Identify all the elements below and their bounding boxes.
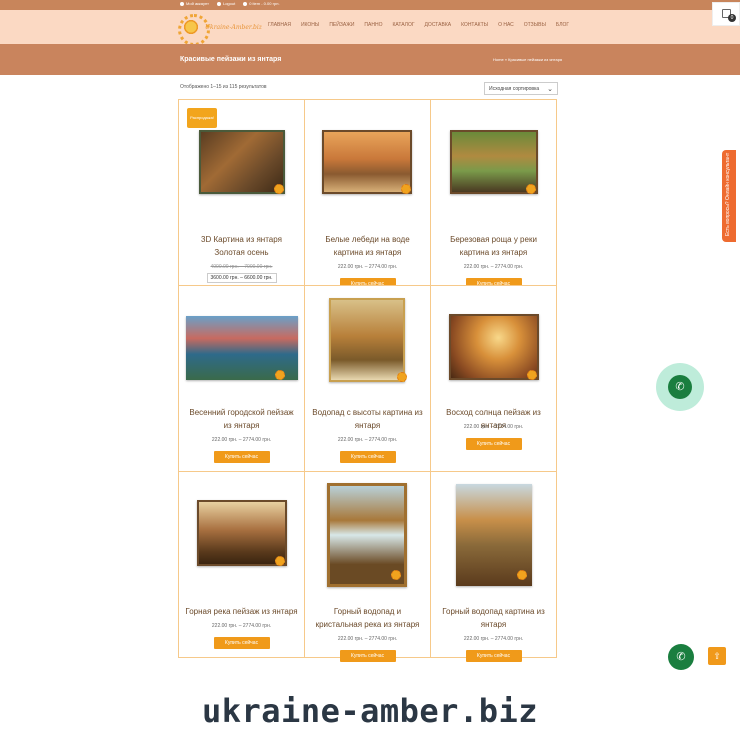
logout-link[interactable]: Logout (216, 1, 235, 6)
nav-item-blog[interactable]: БЛОГ (556, 22, 569, 28)
product-image (449, 314, 539, 380)
amber-sun-icon (526, 184, 536, 194)
product-image-link[interactable] (431, 472, 556, 597)
product-title[interactable]: 3D Картина из янтаря Золотая осень (185, 233, 298, 259)
product-grid: Распродажа! 3D Картина из янтаря Золотая… (178, 99, 558, 662)
nav-item-landscapes[interactable]: ПЕЙЗАЖИ (329, 22, 354, 28)
product-image (329, 298, 405, 382)
product-card[interactable]: Березовая роща у реки картина из янтаря … (430, 99, 557, 290)
product-card[interactable]: Распродажа! 3D Картина из янтаря Золотая… (178, 99, 305, 300)
product-price: 222.00 грн. – 2774.00 грн. (211, 623, 272, 629)
cart-button[interactable]: 0 (712, 2, 740, 26)
product-title[interactable]: Горный водопад и кристальная река из янт… (311, 605, 424, 631)
mini-cart-link[interactable]: 0 item - 0.00 грн. (243, 1, 280, 6)
user-icon (180, 1, 184, 6)
product-title[interactable]: Березовая роща у реки картина из янтаря (437, 233, 550, 259)
phone-call-button-secondary[interactable]: ✆ (668, 644, 694, 670)
product-title[interactable]: Горный водопад картина из янтаря (437, 605, 550, 631)
amber-sun-icon (391, 570, 401, 580)
product-image-link[interactable] (179, 472, 304, 597)
sun-logo-icon (178, 14, 210, 46)
product-card[interactable]: Белые лебеди на воде картина из янтаря 2… (304, 99, 431, 290)
main-nav: ГЛАВНАЯ ИКОНЫ ПЕЙЗАЖИ ПАННО КАТАЛОГ ДОСТ… (268, 22, 569, 28)
amber-sun-icon (275, 556, 285, 566)
buy-now-button[interactable]: Купить сейчас (213, 637, 270, 649)
nav-item-reviews[interactable]: ОТЗЫВЫ (524, 22, 546, 28)
product-price: 222.00 грн. – 2774.00 грн. (337, 264, 398, 270)
site-logo[interactable]: Ukraine-Amber.biz (178, 14, 262, 46)
product-title[interactable]: Весенний городской пейзаж из янтаря (185, 406, 298, 432)
nav-item-panels[interactable]: ПАННО (364, 22, 382, 28)
product-image (322, 130, 412, 194)
product-image-link[interactable] (431, 286, 556, 411)
product-image-link[interactable] (179, 286, 304, 411)
cart-icon (243, 1, 248, 6)
product-card[interactable]: Горный водопад картина из янтаря 222.00 … (430, 471, 557, 662)
cart-count-badge: 0 (728, 14, 736, 22)
product-price: 222.00 грн. – 2774.00 грн. (211, 437, 272, 443)
product-image (197, 500, 287, 566)
buy-now-button[interactable]: Купить сейчас (339, 451, 396, 463)
buy-now-button[interactable]: Купить сейчас (339, 650, 396, 662)
product-image-link[interactable] (305, 100, 430, 225)
product-price: 222.00 грн. – 2774.00 грн. (463, 636, 524, 642)
product-price: 222.00 грн. – 2774.00 грн. (337, 437, 398, 443)
site-domain-watermark: ukraine-amber.biz (201, 692, 538, 730)
amber-sun-icon (401, 184, 411, 194)
phone-icon: ✆ (675, 381, 685, 393)
buy-now-button[interactable]: Купить сейчас (213, 451, 270, 463)
nav-item-about[interactable]: О НАС (498, 22, 514, 28)
product-card[interactable]: Горная река пейзаж из янтаря 222.00 грн.… (178, 471, 305, 658)
product-image (450, 130, 538, 194)
logo-text: Ukraine-Amber.biz (205, 23, 262, 31)
buy-now-button[interactable]: Купить сейчас (465, 438, 522, 450)
product-price: 222.00 грн. – 2774.00 грн. (463, 264, 524, 270)
side-tab-label: Есть вопросы? Онлайн консультант (725, 152, 731, 236)
top-bar: Мой аккаунт Logout 0 item - 0.00 грн. (0, 0, 740, 10)
chevron-down-icon: ⌄ (547, 86, 553, 93)
sale-badge: Распродажа! (187, 108, 217, 128)
amber-sun-icon (517, 570, 527, 580)
logout-icon (216, 1, 221, 6)
amber-sun-icon (274, 184, 284, 194)
result-count: Отображено 1–15 из 115 результатов (180, 84, 267, 90)
site-header: Ukraine-Amber.biz ГЛАВНАЯ ИКОНЫ ПЕЙЗАЖИ … (0, 10, 740, 46)
account-link[interactable]: Мой аккаунт (180, 1, 209, 6)
product-title[interactable]: Водопад с высоты картина из янтаря (311, 406, 424, 432)
breadcrumb[interactable]: Home » Красивые пейзажи из янтаря (493, 57, 562, 62)
nav-item-icons[interactable]: ИКОНЫ (301, 22, 319, 28)
product-old-price: 4000.00 грн. – 7000.00 грн. (210, 264, 273, 270)
product-card[interactable]: Горный водопад и кристальная река из янт… (304, 471, 431, 662)
amber-sun-icon (397, 372, 407, 382)
page-title-bar: Красивые пейзажи из янтаря Home » Красив… (0, 44, 740, 75)
product-image-link[interactable] (305, 286, 430, 411)
amber-sun-icon (275, 370, 285, 380)
product-title[interactable]: Белые лебеди на воде картина из янтаря (311, 233, 424, 259)
product-image (199, 130, 285, 194)
product-card[interactable]: Водопад с высоты картина из янтаря 222.0… (304, 285, 431, 472)
nav-item-home[interactable]: ГЛАВНАЯ (268, 22, 291, 28)
nav-item-catalog[interactable]: КАТАЛОГ (392, 22, 414, 28)
page-title: Красивые пейзажи из янтаря (180, 56, 282, 63)
nav-item-delivery[interactable]: ДОСТАВКА (425, 22, 452, 28)
sort-select[interactable]: Исходная сортировка ⌄ (484, 82, 558, 95)
product-card[interactable]: Весенний городской пейзаж из янтаря 222.… (178, 285, 305, 472)
phone-icon: ✆ (676, 651, 686, 663)
product-title[interactable]: Горная река пейзаж из янтаря (185, 605, 298, 618)
online-consultant-tab[interactable]: Есть вопросы? Онлайн консультант (722, 150, 736, 242)
product-price: 222.00 грн. – 2774.00 грн. (337, 636, 398, 642)
sort-selected-value: Исходная сортировка (489, 86, 540, 92)
amber-sun-icon (527, 370, 537, 380)
product-price: 222.00 грн. – 2774.00 грн. (463, 424, 524, 430)
buy-now-button[interactable]: Купить сейчас (465, 650, 522, 662)
product-price: 3600.00 грн. – 6600.00 грн. (179, 273, 304, 283)
product-image-link[interactable] (431, 100, 556, 225)
arrow-up-icon: ⇧ (713, 651, 721, 661)
product-card[interactable]: Восход солнца пейзаж из янтаря 222.00 гр… (430, 285, 557, 472)
phone-call-button[interactable]: ✆ (668, 375, 692, 399)
product-image-link[interactable] (305, 472, 430, 597)
nav-item-contacts[interactable]: КОНТАКТЫ (461, 22, 488, 28)
scroll-to-top-button[interactable]: ⇧ (708, 647, 726, 665)
